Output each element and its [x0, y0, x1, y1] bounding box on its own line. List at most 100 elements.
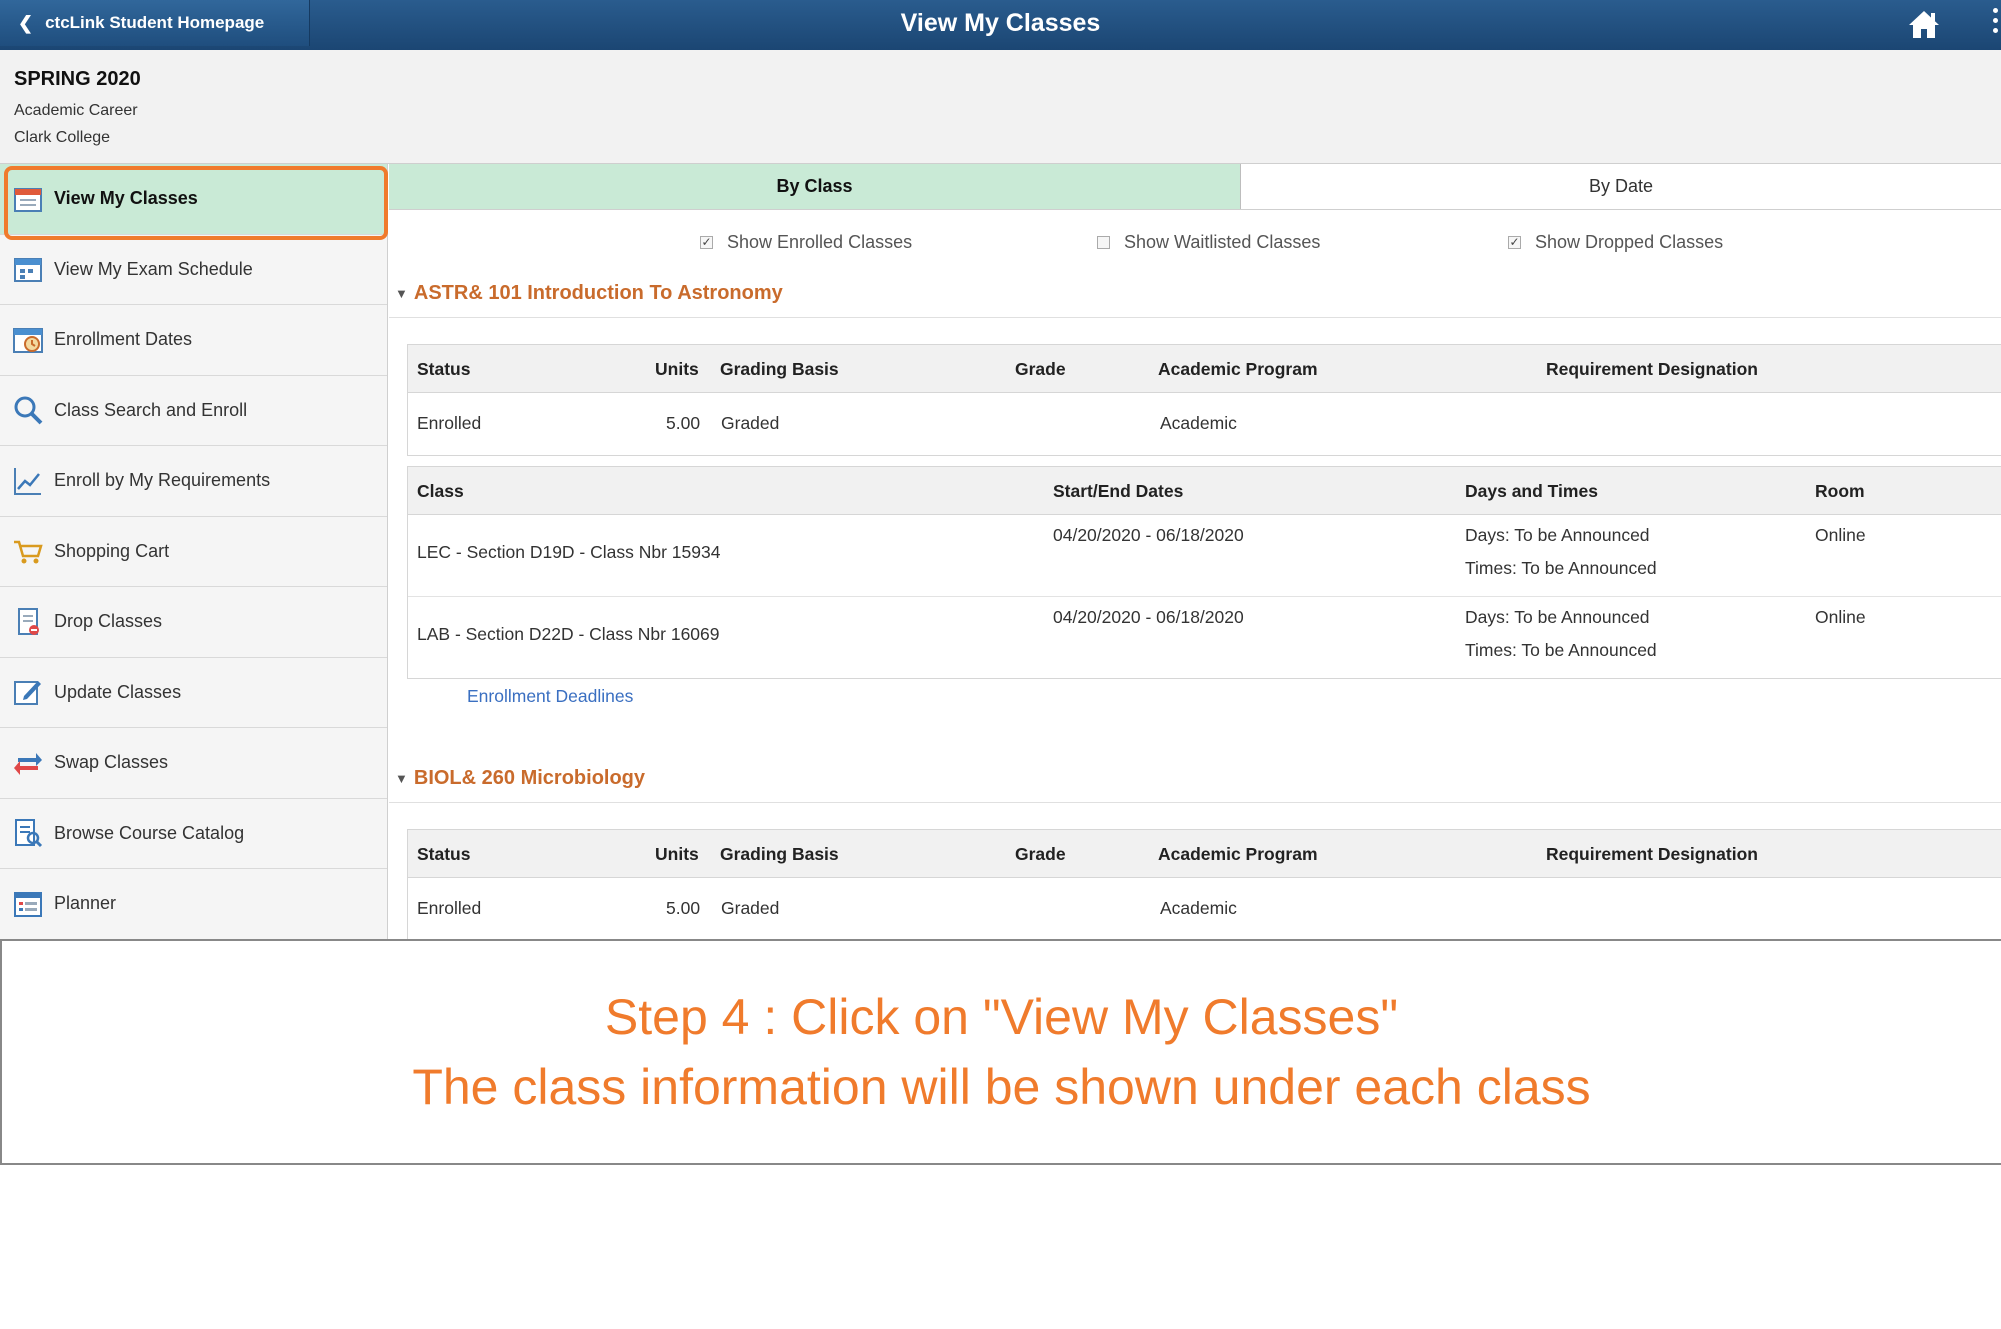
more-options-icon[interactable]: [1989, 8, 2001, 42]
course-title-toggle[interactable]: ▼ ASTR& 101 Introduction To Astronomy: [389, 270, 2001, 318]
tab-by-class[interactable]: By Class: [389, 164, 1241, 209]
sidebar-item-enroll-by-my-requirements[interactable]: Enroll by My Requirements: [0, 446, 387, 517]
checkbox-checked-icon: ✓: [1508, 235, 1521, 249]
filter-label: Show Waitlisted Classes: [1124, 232, 1321, 252]
course-title: BIOL& 260 Microbiology: [413, 767, 646, 789]
caption-line-2: The class information will be shown unde…: [412, 1059, 1591, 1115]
sidebar-item-label: View My Exam Schedule: [54, 258, 253, 279]
sidebar-item-planner[interactable]: Planner: [0, 869, 387, 939]
cell-units: 5.00: [666, 898, 701, 918]
cell-times: Times: To be Announced: [1465, 558, 1657, 578]
back-button-label: ctcLink Student Homepage: [45, 13, 265, 32]
cell-program: Academic: [1160, 898, 1237, 918]
cell-times: Times: To be Announced: [1465, 640, 1657, 660]
col-grading-basis: Grading Basis: [720, 844, 839, 864]
term-info: SPRING 2020 Academic Career Clark Colleg…: [0, 50, 2001, 164]
back-button[interactable]: ❮ ctcLink Student Homepage: [0, 0, 310, 46]
col-room: Room: [1815, 481, 1865, 501]
status-grid-header: Status Units Grading Basis Grade Academi…: [408, 830, 2001, 878]
table-row: LEC - Section D19D - Class Nbr 15934 04/…: [408, 515, 2001, 597]
triangle-down-icon: ▼: [395, 286, 408, 301]
document-drop-icon: [18, 607, 39, 635]
sidebar-item-view-my-exam-schedule[interactable]: View My Exam Schedule: [0, 235, 387, 305]
calendar-icon: [14, 187, 42, 212]
sidebar-item-label: Drop Classes: [54, 611, 163, 632]
cell-dates: 04/20/2020 - 06/18/2020: [1053, 525, 1244, 545]
sidebar-item-label: Browse Course Catalog: [54, 822, 245, 843]
sidebar-item-shopping-cart[interactable]: Shopping Cart: [0, 517, 387, 587]
sidebar: View My Classes View My Exam Schedule En…: [0, 164, 388, 939]
cell-status: Enrolled: [417, 898, 482, 918]
table-row: Enrolled 5.00 Graded Academic: [408, 878, 2001, 939]
triangle-down-icon: ▼: [395, 771, 408, 786]
top-header: ❮ ctcLink Student Homepage View My Class…: [0, 0, 2001, 50]
cell-grading: Graded: [721, 413, 780, 433]
cell-room: Online: [1815, 607, 1866, 627]
table-row: LAB - Section D22D - Class Nbr 16069 04/…: [408, 597, 2001, 678]
sidebar-item-label: Update Classes: [54, 681, 182, 702]
col-requirement: Requirement Designation: [1546, 359, 1758, 379]
col-status: Status: [417, 359, 471, 379]
col-academic-program: Academic Program: [1158, 844, 1318, 864]
col-start-end-dates: Start/End Dates: [1053, 481, 1184, 501]
sidebar-item-view-my-classes[interactable]: View My Classes: [0, 164, 387, 235]
status-grid: Status Units Grading Basis Grade Academi…: [407, 829, 2001, 939]
col-status: Status: [417, 844, 471, 864]
cell-status: Enrolled: [417, 413, 482, 433]
view-tabs: By Class By Date: [389, 164, 2001, 210]
col-units: Units: [655, 359, 699, 379]
term-title: SPRING 2020: [14, 68, 141, 90]
cell-room: Online: [1815, 525, 1866, 545]
col-grade: Grade: [1015, 359, 1066, 379]
tab-by-date[interactable]: By Date: [1241, 164, 2001, 209]
table-row: Enrolled 5.00 Graded Academic: [408, 393, 2001, 455]
sidebar-item-class-search-and-enroll[interactable]: Class Search and Enroll: [0, 376, 387, 446]
col-grading-basis: Grading Basis: [720, 359, 839, 379]
course-title: ASTR& 101 Introduction To Astronomy: [413, 282, 783, 304]
academic-career: Academic Career: [14, 102, 138, 119]
catalog-icon: [15, 819, 43, 848]
status-grid: Status Units Grading Basis Grade Academi…: [407, 344, 2001, 456]
sidebar-item-browse-course-catalog[interactable]: Browse Course Catalog: [0, 799, 387, 869]
checkbox-unchecked-icon: [1097, 236, 1110, 249]
show-enrolled-checkbox[interactable]: ✓ Show Enrolled Classes: [700, 232, 912, 253]
col-academic-program: Academic Program: [1158, 359, 1318, 379]
cell-days: Days: To be Announced: [1465, 607, 1650, 627]
cart-icon: [14, 541, 43, 564]
course-title-toggle[interactable]: ▼ BIOL& 260 Microbiology: [389, 755, 2001, 803]
sidebar-item-label: View My Classes: [54, 188, 198, 209]
planner-icon: [14, 891, 42, 917]
search-icon: [14, 396, 43, 425]
cell-class: LAB - Section D22D - Class Nbr 16069: [417, 624, 720, 644]
calendar-icon: [14, 258, 42, 283]
col-units: Units: [655, 844, 699, 864]
caption-line-1: Step 4 : Click on "View My Classes": [604, 989, 1399, 1045]
sidebar-item-label: Enroll by My Requirements: [54, 470, 271, 491]
col-grade: Grade: [1015, 844, 1066, 864]
institution-name: Clark College: [14, 129, 111, 146]
course-section: ▼ ASTR& 101 Introduction To Astronomy St…: [389, 270, 2001, 725]
sidebar-item-label: Class Search and Enroll: [54, 399, 248, 420]
home-icon[interactable]: [1907, 8, 1941, 40]
main-content: By Class By Date ✓ Show Enrolled Classes…: [389, 164, 2001, 939]
sidebar-item-swap-classes[interactable]: Swap Classes: [0, 728, 387, 799]
filter-label: Show Dropped Classes: [1535, 232, 1724, 252]
sidebar-item-label: Planner: [54, 893, 117, 914]
cell-days: Days: To be Announced: [1465, 525, 1650, 545]
sidebar-item-drop-classes[interactable]: Drop Classes: [0, 587, 387, 658]
sidebar-item-label: Swap Classes: [54, 752, 169, 773]
chart-icon: [14, 467, 41, 495]
filter-label: Show Enrolled Classes: [727, 232, 913, 252]
class-grid-header: Class Start/End Dates Days and Times Roo…: [408, 467, 2001, 515]
sidebar-item-label: Enrollment Dates: [54, 329, 193, 350]
sidebar-item-update-classes[interactable]: Update Classes: [0, 658, 387, 728]
col-requirement: Requirement Designation: [1546, 844, 1758, 864]
show-waitlisted-checkbox[interactable]: Show Waitlisted Classes: [1097, 232, 1320, 253]
sidebar-item-enrollment-dates[interactable]: Enrollment Dates: [0, 305, 387, 376]
chevron-left-icon: ❮: [18, 12, 34, 33]
enrollment-deadlines-link[interactable]: Enrollment Deadlines: [389, 679, 2001, 725]
show-dropped-checkbox[interactable]: ✓ Show Dropped Classes: [1508, 232, 1723, 253]
swap-icon: [14, 752, 42, 775]
cell-units: 5.00: [666, 413, 701, 433]
cell-dates: 04/20/2020 - 06/18/2020: [1053, 607, 1244, 627]
